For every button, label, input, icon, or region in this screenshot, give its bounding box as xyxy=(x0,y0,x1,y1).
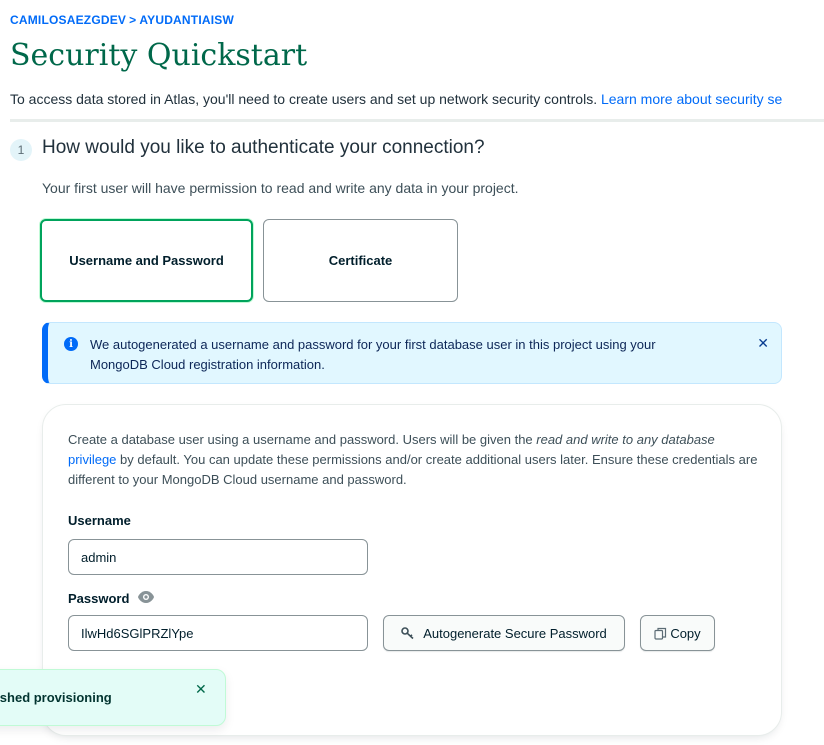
password-input[interactable] xyxy=(68,615,368,651)
info-icon: i xyxy=(64,337,78,351)
divider xyxy=(10,119,824,122)
toast-text: inished provisioning. xyxy=(0,690,112,705)
eye-icon[interactable] xyxy=(137,590,155,604)
auth-option-username-password[interactable]: Username and Password xyxy=(40,219,253,302)
privilege-link[interactable]: privilege xyxy=(68,452,116,467)
password-label: Password xyxy=(68,591,130,606)
form-desc-italic: read and write to any database xyxy=(536,432,715,447)
form-description: Create a database user using a username … xyxy=(68,430,768,490)
step-number-badge: 1 xyxy=(10,139,32,161)
copy-label: Copy xyxy=(670,625,701,641)
close-icon[interactable]: ✕ xyxy=(757,335,769,352)
auth-option-label: Certificate xyxy=(328,253,393,268)
page-title: Security Quickstart xyxy=(10,38,308,73)
auth-option-label: Username and Password xyxy=(69,253,224,268)
info-banner-text: We autogenerated a username and password… xyxy=(90,337,656,372)
copy-icon xyxy=(654,627,667,640)
breadcrumb-separator: > xyxy=(129,13,137,27)
intro-text: To access data stored in Atlas, you'll n… xyxy=(10,91,782,107)
form-desc-part1: Create a database user using a username … xyxy=(68,432,537,447)
form-desc-part2: by default. You can update these permiss… xyxy=(68,452,758,487)
autogenerate-label: Autogenerate Secure Password xyxy=(423,625,607,641)
key-icon xyxy=(401,627,414,640)
username-input[interactable] xyxy=(68,539,368,575)
autogenerate-password-button[interactable]: Autogenerate Secure Password xyxy=(383,615,625,651)
username-label: Username xyxy=(68,513,131,528)
breadcrumb-project[interactable]: AYUDANTIAISW xyxy=(139,13,234,27)
toast-notification: inished provisioning. ✕ xyxy=(0,669,226,726)
step-description: Your first user will have permission to … xyxy=(42,180,519,196)
info-banner: i We autogenerated a username and passwo… xyxy=(42,322,782,384)
auth-option-certificate[interactable]: Certificate xyxy=(263,219,458,302)
intro-body: To access data stored in Atlas, you'll n… xyxy=(10,91,601,107)
copy-button[interactable]: Copy xyxy=(640,615,715,651)
step-title: How would you like to authenticate your … xyxy=(42,137,485,158)
breadcrumb-org[interactable]: CAMILOSAEZGDEV xyxy=(10,13,126,27)
breadcrumb: CAMILOSAEZGDEV > AYUDANTIAISW xyxy=(10,13,234,27)
learn-more-link[interactable]: Learn more about security se xyxy=(601,91,782,107)
toast-close-icon[interactable]: ✕ xyxy=(195,681,207,698)
